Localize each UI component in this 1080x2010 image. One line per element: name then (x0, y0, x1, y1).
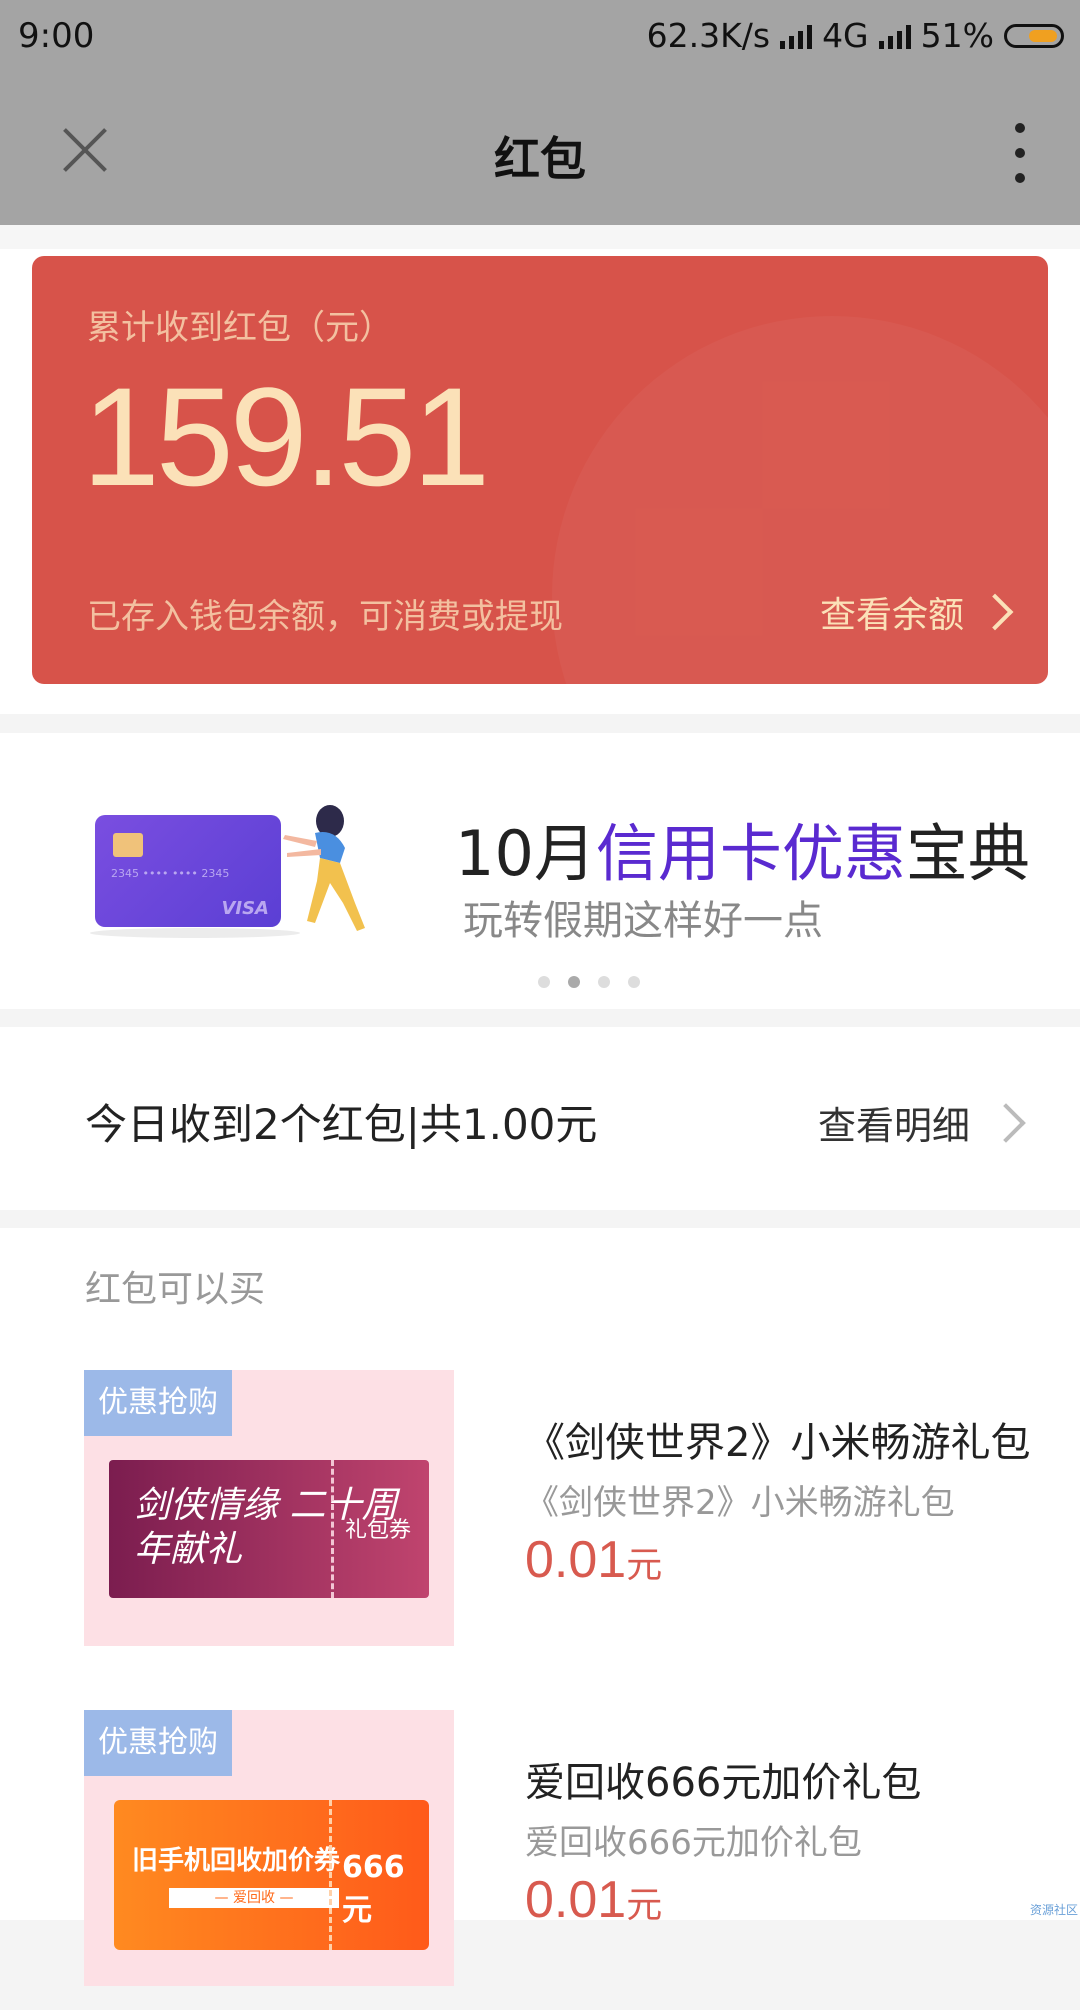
banner-title: 10月信用卡优惠宝典 (455, 817, 1030, 890)
red-packet-summary-card: 累计收到红包（元） 159.51 已存入钱包余额，可消费或提现 查看余额 (32, 256, 1048, 684)
product-subtitle: 《剑侠世界2》小米畅游礼包 (525, 1483, 955, 1523)
view-details-link[interactable]: 查看明细 (817, 1095, 1026, 1150)
banner-subtitle: 玩转假期这样好一点 (463, 898, 823, 944)
promo-tag: 优惠抢购 (84, 1370, 232, 1436)
promo-tag: 优惠抢购 (84, 1710, 232, 1776)
status-indicators: 62.3K/s 4G 51% (647, 16, 1064, 55)
product-item[interactable]: 剑侠情缘 二十周年献礼 礼包券 优惠抢购 《剑侠世界2》小米畅游礼包 《剑侠世界… (0, 1370, 1080, 1670)
view-balance-link[interactable]: 查看余额 (819, 586, 1014, 638)
section-title: 红包可以买 (85, 1269, 266, 1310)
product-name: 《剑侠世界2》小米畅游礼包 (525, 1420, 1031, 1466)
coupon-value: 666元 (342, 1850, 405, 1928)
carousel-dot[interactable] (628, 976, 640, 988)
credit-card-illustration: 2345 •••• •••• 2345 VISA (95, 815, 281, 927)
card-chip-icon (113, 833, 143, 857)
summary-section: 累计收到红包（元） 159.51 已存入钱包余额，可消费或提现 查看余额 (0, 249, 1080, 714)
today-summary-row[interactable]: 今日收到2个红包|共1.00元 查看明细 (0, 1027, 1080, 1210)
product-name: 爱回收666元加价礼包 (525, 1760, 922, 1806)
coupon-image: 旧手机回收加价券 — 爱回收 — 666元 (114, 1800, 429, 1950)
today-summary-text: 今日收到2个红包|共1.00元 (85, 1100, 598, 1149)
carousel-dot[interactable] (538, 976, 550, 988)
coupon-image: 剑侠情缘 二十周年献礼 礼包券 (109, 1460, 429, 1598)
spacer (0, 225, 1080, 249)
card-brand: VISA (221, 898, 269, 919)
product-price: 0.01元 (525, 1531, 663, 1589)
promo-banner[interactable]: 2345 •••• •••• 2345 VISA 10月信用卡优惠宝典 玩转假期… (0, 733, 1080, 1009)
product-price: 0.01元 (525, 1871, 663, 1929)
more-vertical-icon[interactable] (1010, 123, 1030, 183)
battery-percent: 51% (920, 16, 994, 55)
title-bar: 红包 (0, 75, 1080, 225)
product-thumbnail: 剑侠情缘 二十周年献礼 礼包券 优惠抢购 (84, 1370, 454, 1646)
product-subtitle: 爱回收666元加价礼包 (525, 1823, 862, 1863)
carousel-dot[interactable] (598, 976, 610, 988)
watermark: 资源社区 (1029, 1903, 1078, 1917)
coupon-script: 旧手机回收加价券 (132, 1846, 341, 1876)
status-bar: 9:00 62.3K/s 4G 51% (0, 0, 1080, 75)
battery-icon (1004, 23, 1064, 48)
carousel-indicator (538, 976, 640, 988)
coupon-label: 礼包券 (345, 1518, 412, 1543)
product-item[interactable]: 旧手机回收加价券 — 爱回收 — 666元 优惠抢购 爱回收666元加价礼包 爱… (0, 1710, 1080, 2010)
product-thumbnail: 旧手机回收加价券 — 爱回收 — 666元 优惠抢购 (84, 1710, 454, 1986)
chevron-right-icon (986, 1102, 1026, 1143)
total-amount: 159.51 (82, 358, 490, 515)
chevron-right-icon (976, 593, 1014, 631)
net-speed: 62.3K/s (646, 16, 771, 55)
card-number: 2345 •••• •••• 2345 (111, 867, 230, 880)
status-time: 9:00 (18, 16, 95, 56)
network-type: 4G (822, 16, 869, 55)
view-balance-label: 查看余额 (819, 595, 964, 636)
balance-note: 已存入钱包余额，可消费或提现 (87, 597, 563, 637)
total-label: 累计收到红包（元） (87, 308, 393, 348)
coupon-subtitle: — 爱回收 — (169, 1888, 339, 1908)
girl-pushing-illustration (283, 805, 365, 931)
view-details-label: 查看明细 (817, 1104, 970, 1148)
signal-icon (780, 23, 813, 49)
page-title: 红包 (494, 132, 586, 186)
signal-icon-2 (878, 23, 911, 49)
buy-with-red-packet-section: 红包可以买 剑侠情缘 二十周年献礼 礼包券 优惠抢购 《剑侠世界2》小米畅游礼包… (0, 1228, 1080, 1986)
carousel-dot-active[interactable] (568, 976, 580, 988)
